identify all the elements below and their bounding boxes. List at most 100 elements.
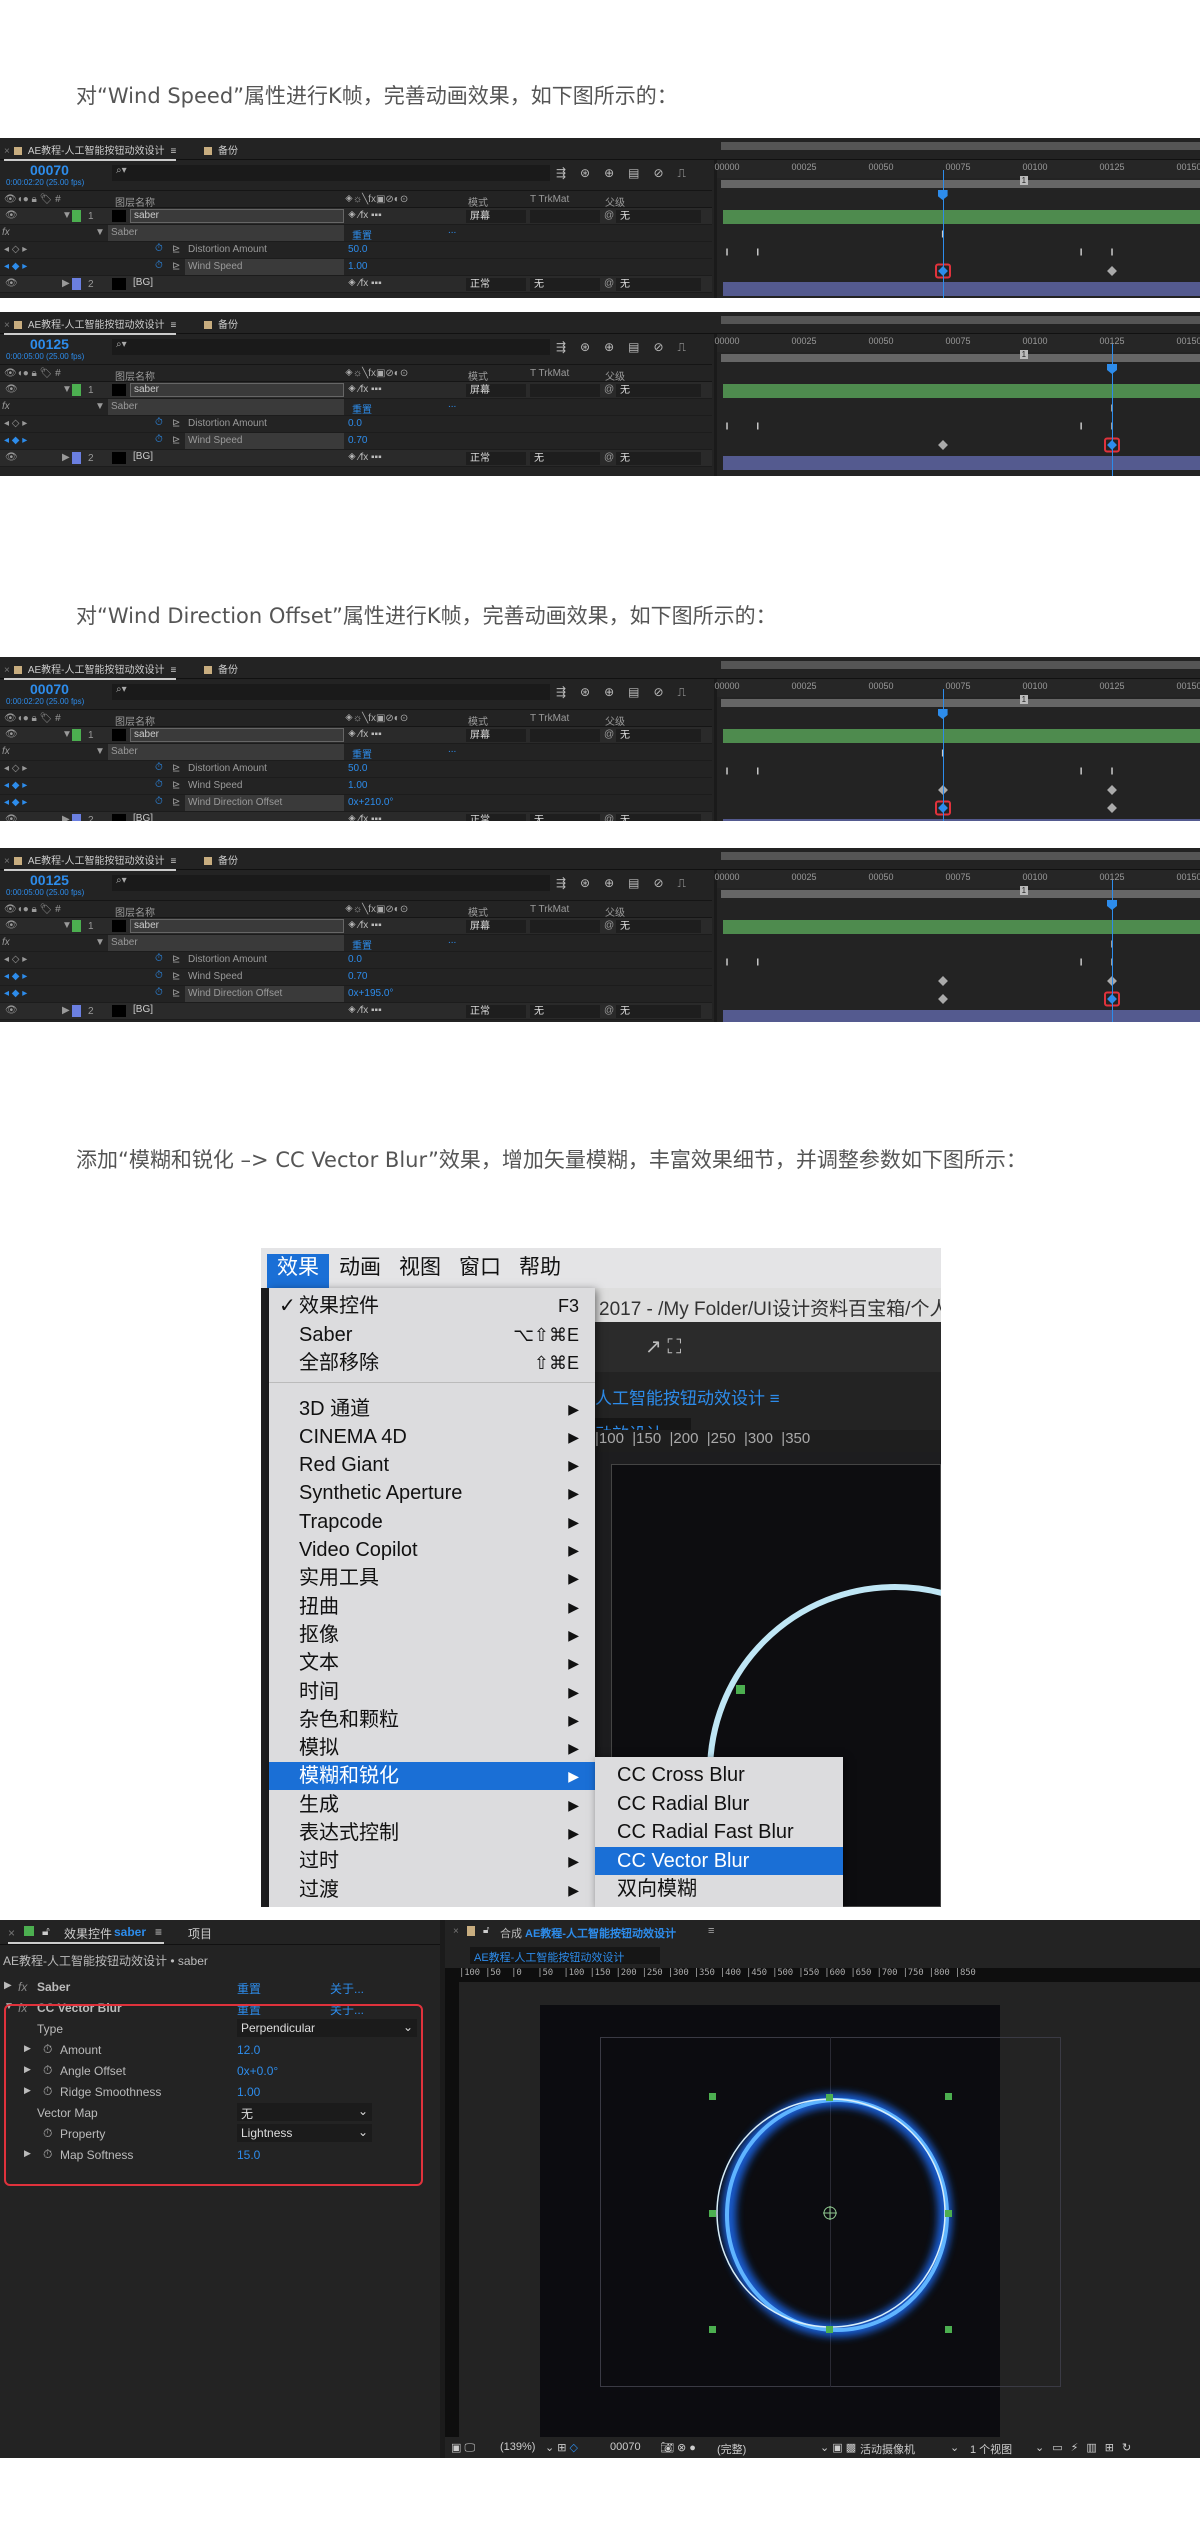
layer-name[interactable]: saber [130,383,344,397]
close-icon[interactable]: × [4,320,10,331]
layer-switches[interactable]: 🞛 ⁄fx ▪▪▪ [348,278,382,289]
layer-duration-bar[interactable] [723,383,1200,398]
panel-menu-icon[interactable]: ≡ [171,146,177,157]
resolution-dropdown[interactable]: (完整) [717,2441,746,2457]
expand-toggle-icon[interactable]: ▼ [62,920,72,931]
menu-3[interactable]: 窗口 [449,1254,511,1288]
comp-marker[interactable]: 1 [1019,176,1029,185]
property-value[interactable]: 0x+195.0° [348,988,393,999]
parent-dropdown[interactable]: 无 [616,452,701,465]
layer-switches[interactable]: 🞛 ⁄fx ▪▪▪ [348,920,382,931]
comp-marker[interactable]: 1 [1019,886,1029,895]
expand-toggle-icon[interactable]: ▼ [62,384,72,395]
visibility-eye-icon[interactable]: 👁︎ [5,210,18,221]
stopwatch-icon[interactable]: ⏱︎ [155,417,163,428]
keyframe-ibeam[interactable]: I [1080,421,1083,432]
panel-menu-icon[interactable]: ≡ [155,1925,162,1939]
property-row[interactable]: ◂ ◆ ▸ ⏱︎ ⊵ Wind Speed 1.00 [0,259,712,276]
expand-toggle-icon[interactable]: ▶ [62,1005,70,1016]
graph-icon[interactable]: ⊵ [172,988,180,999]
time-ruler[interactable]: 00000 00025 00050 00075 00100 00125 00150 [714,679,1200,697]
layer-row[interactable]: 👁︎ ▶ 2 [BG] 🞛 ⁄fx ▪▪▪ 正常无 @ 无 [0,276,712,293]
expand-toggle-icon[interactable]: ▼ [62,210,72,221]
keyframe[interactable] [937,975,948,986]
close-icon[interactable]: × [4,856,10,867]
reset-link[interactable]: 重置 [352,401,372,416]
menu-item[interactable]: 3D 通道 ▶ [269,1395,595,1423]
keyframe-ibeam[interactable]: I [726,421,729,432]
property-value[interactable]: 50.0 [348,763,367,774]
effect-options[interactable]: ... [448,399,456,410]
work-area-bar[interactable] [721,316,1200,324]
graph-icon[interactable]: ⊵ [172,435,180,446]
trkmat-dropdown[interactable] [530,384,600,397]
playhead-handle[interactable] [937,709,948,719]
blend-mode-dropdown[interactable]: 屏幕 [466,210,526,223]
label-color-swatch[interactable] [72,210,81,222]
parent-dropdown[interactable]: 无 [616,210,701,223]
playhead-line[interactable] [942,170,944,298]
stopwatch-icon[interactable]: ⏱︎ [155,970,163,981]
graph-icon[interactable]: ⊵ [172,418,180,429]
trkmat-dropdown[interactable] [530,729,600,742]
property-row[interactable]: ◂ ◇ ▸ ⏱︎ ⊵ Distortion Amount 50.0 [0,761,712,778]
label-color-swatch[interactable] [72,1005,81,1017]
submenu-item[interactable]: CC Vector Blur [595,1846,843,1875]
stopwatch-icon[interactable]: ⏱︎ [155,779,163,790]
zoom-dropdown[interactable]: (139%) [500,2441,535,2453]
visibility-eye-icon[interactable]: 👁︎ [5,1005,18,1016]
reset-link[interactable]: 重置 [352,937,372,952]
property-row[interactable]: ◂ ◆ ▸ ⏱︎ ⊵ Wind Direction Offset 0x+210.0° [0,795,712,812]
menu-1[interactable]: 动画 [329,1254,391,1288]
keyframe-navigator[interactable]: ◂ ◆ ▸ [4,435,27,446]
visibility-eye-icon[interactable]: 👁︎ [5,814,18,821]
effect-options[interactable]: ... [448,744,456,755]
visibility-eye-icon[interactable]: 👁︎ [5,729,18,740]
layer-switches[interactable]: 🞛 ⁄fx ▪▪▪ [348,814,382,821]
tab-composition[interactable]: × AE教程-人工智能按钮动效设计 ≡ [4,316,177,335]
expand-toggle-icon[interactable]: ▼ [95,937,105,948]
current-timecode[interactable]: 00070 [30,681,69,697]
playhead-handle[interactable] [937,190,948,200]
viewer-options-icons[interactable]: ⌄▭⚡︎▥⊞↻ [1035,2441,1139,2454]
keyframe-navigator[interactable]: ◂ ◇ ▸ [4,763,27,774]
work-area-range[interactable] [721,890,1200,898]
graph-icon[interactable]: ⊵ [172,797,180,808]
menu-item[interactable]: 生成 ▶ [269,1791,595,1819]
parent-dropdown[interactable]: 无 [616,278,701,291]
visibility-eye-icon[interactable]: 👁︎ [5,920,18,931]
layer-switches[interactable]: 🞛 ⁄fx ▪▪▪ [348,384,382,395]
keyframe-navigator[interactable]: ◂ ◇ ▸ [4,954,27,965]
visibility-eye-icon[interactable]: 👁︎ [5,278,18,289]
menu-0[interactable]: 效果 [267,1254,329,1288]
layer-duration-bar[interactable] [723,1009,1200,1022]
work-area-range[interactable] [721,180,1200,188]
expand-toggle-icon[interactable]: ▶ [62,278,70,289]
camera-dropdown[interactable]: 活动摄像机 [860,2441,915,2457]
parent-dropdown[interactable]: 无 [616,1005,701,1018]
stopwatch-icon[interactable]: ⏱︎ [155,953,163,964]
property-row[interactable]: ◂ ◇ ▸ ⏱︎ ⊵ Distortion Amount 0.0 [0,416,712,433]
parent-pickwhip-icon[interactable]: @ [604,278,614,289]
keyframe-navigator[interactable]: ◂ ◆ ▸ [4,261,27,272]
graph-icon[interactable]: ⊵ [172,244,180,255]
graph-icon[interactable]: ⊵ [172,261,180,272]
work-area-bar[interactable] [721,142,1200,150]
visibility-eye-icon[interactable]: 👁︎ [5,384,18,395]
effect-row[interactable]: fx ▼ Saber 重置... [0,744,712,761]
menu-item[interactable]: 抠像 ▶ [269,1621,595,1649]
layer-search-input[interactable]: ⌕▾ [112,684,550,700]
blend-mode-dropdown[interactable]: 屏幕 [466,729,526,742]
reset-link[interactable]: 重置 [237,1980,261,1997]
reset-link[interactable]: 重置 [352,227,372,242]
layer-switches[interactable]: 🞛 ⁄fx ▪▪▪ [348,729,382,740]
timeline-tool-icons[interactable]: ⇶⊛⊕▤⊘⎍ [556,166,700,181]
submenu-item[interactable]: 双向模糊 [595,1875,843,1903]
keyframe-ibeam[interactable]: I [756,957,759,968]
about-link[interactable]: 关于... [330,1980,364,1997]
trkmat-dropdown[interactable]: 无 [530,278,600,291]
panel-menu-icon[interactable]: ≡ [171,665,177,676]
views-dropdown[interactable]: 1 个视图 [970,2441,1012,2457]
keyframe-navigator[interactable]: ◂ ◇ ▸ [4,418,27,429]
label-color-swatch[interactable] [72,920,81,932]
